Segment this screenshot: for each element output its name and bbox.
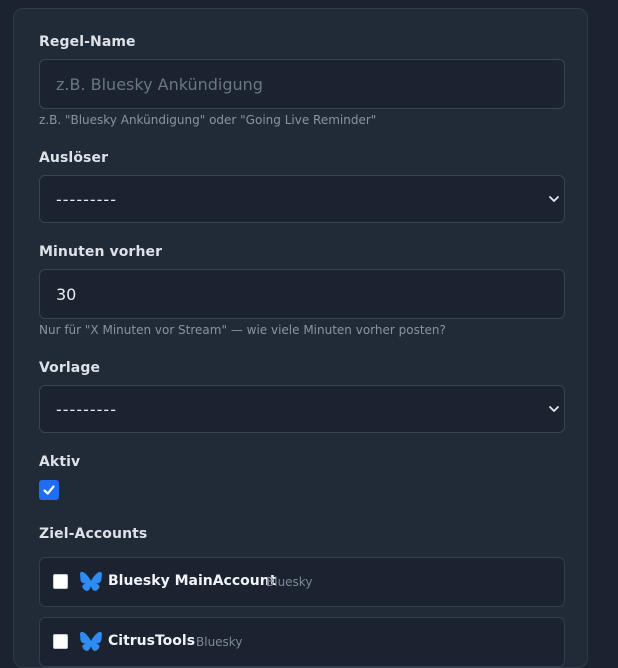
trigger-label: Auslöser [39, 150, 109, 166]
active-checkbox[interactable] [39, 480, 59, 500]
chevron-down-icon [549, 406, 559, 412]
account-platform: Bluesky [196, 635, 243, 649]
template-select[interactable]: --------- [39, 385, 565, 433]
account-checkbox[interactable] [53, 634, 68, 649]
checkmark-icon [43, 485, 55, 495]
trigger-selected-value: --------- [56, 189, 117, 209]
account-platform: Bluesky [266, 575, 313, 589]
minutes-before-help: Nur für "X Minuten vor Stream" — wie vie… [39, 323, 446, 337]
template-selected-value: --------- [56, 399, 117, 419]
target-accounts-label: Ziel-Accounts [39, 526, 148, 542]
butterfly-icon [80, 631, 102, 651]
account-row[interactable]: Bluesky MainAccount Bluesky [39, 557, 565, 607]
account-row[interactable]: CitrusTools Bluesky [39, 617, 565, 667]
account-checkbox[interactable] [53, 574, 68, 589]
rule-name-input[interactable]: z.B. Bluesky Ankündigung [39, 59, 565, 109]
rule-form-card: Regel-Name z.B. Bluesky Ankündigung z.B.… [13, 8, 588, 668]
template-label: Vorlage [39, 360, 101, 376]
chevron-down-icon [549, 196, 559, 202]
minutes-before-value: 30 [56, 284, 77, 304]
minutes-before-label: Minuten vorher [39, 244, 163, 260]
minutes-before-input[interactable]: 30 [39, 269, 565, 319]
account-name: CitrusTools [108, 633, 196, 649]
account-name: Bluesky MainAccount [108, 573, 277, 589]
butterfly-icon [80, 571, 102, 591]
rule-name-help: z.B. "Bluesky Ankündigung" oder "Going L… [39, 113, 377, 127]
trigger-select[interactable]: --------- [39, 175, 565, 223]
active-label: Aktiv [39, 454, 81, 470]
rule-name-label: Regel-Name [39, 34, 136, 50]
rule-name-placeholder: z.B. Bluesky Ankündigung [56, 74, 263, 94]
